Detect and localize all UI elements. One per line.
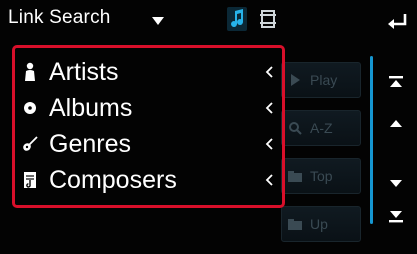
search-icon xyxy=(286,120,304,136)
scroll-to-top-icon[interactable] xyxy=(386,72,406,92)
scroll-to-bottom-icon[interactable] xyxy=(386,206,406,226)
score-icon xyxy=(20,169,40,191)
list-item-composers[interactable]: Composers xyxy=(16,162,280,198)
header-bar: Link Search xyxy=(0,0,417,38)
top-label: Top xyxy=(310,168,333,184)
list-item-albums[interactable]: Albums xyxy=(16,90,280,126)
chevron-left-icon xyxy=(264,135,274,153)
up-button[interactable]: Up xyxy=(281,206,361,242)
list-item-label: Albums xyxy=(49,93,133,122)
list-item-label: Composers xyxy=(49,165,177,194)
play-label: Play xyxy=(310,72,338,88)
chevron-left-icon xyxy=(264,99,274,117)
top-button[interactable]: Top xyxy=(281,158,361,194)
scroll-down-icon[interactable] xyxy=(386,173,406,193)
folder-top-icon xyxy=(286,168,304,184)
play-icon xyxy=(286,72,304,88)
music-note-icon[interactable] xyxy=(227,7,247,31)
film-icon[interactable] xyxy=(259,9,277,29)
folder-up-icon xyxy=(286,216,304,232)
a-z-label: A-Z xyxy=(310,120,333,136)
list-item-genres[interactable]: Genres xyxy=(16,126,280,162)
chevron-left-icon xyxy=(264,63,274,81)
chevron-left-icon xyxy=(264,171,274,189)
person-icon xyxy=(20,61,40,83)
return-arrow-icon[interactable] xyxy=(385,8,411,32)
list-item-artists[interactable]: Artists xyxy=(16,54,280,90)
play-button[interactable]: Play xyxy=(281,62,361,98)
triangle-down-icon[interactable] xyxy=(148,9,168,29)
list-item-label: Artists xyxy=(49,57,119,86)
list-item-label: Genres xyxy=(49,129,131,158)
page-title: Link Search xyxy=(8,7,111,28)
up-label: Up xyxy=(310,216,328,232)
link-search-screen: Link Search Play A-Z Top Up Artists Albu… xyxy=(0,0,417,254)
scroll-bar[interactable] xyxy=(370,56,373,224)
guitar-icon xyxy=(20,133,40,155)
a-z-button[interactable]: A-Z xyxy=(281,110,361,146)
disc-icon xyxy=(20,97,40,119)
scroll-up-icon[interactable] xyxy=(386,114,406,134)
